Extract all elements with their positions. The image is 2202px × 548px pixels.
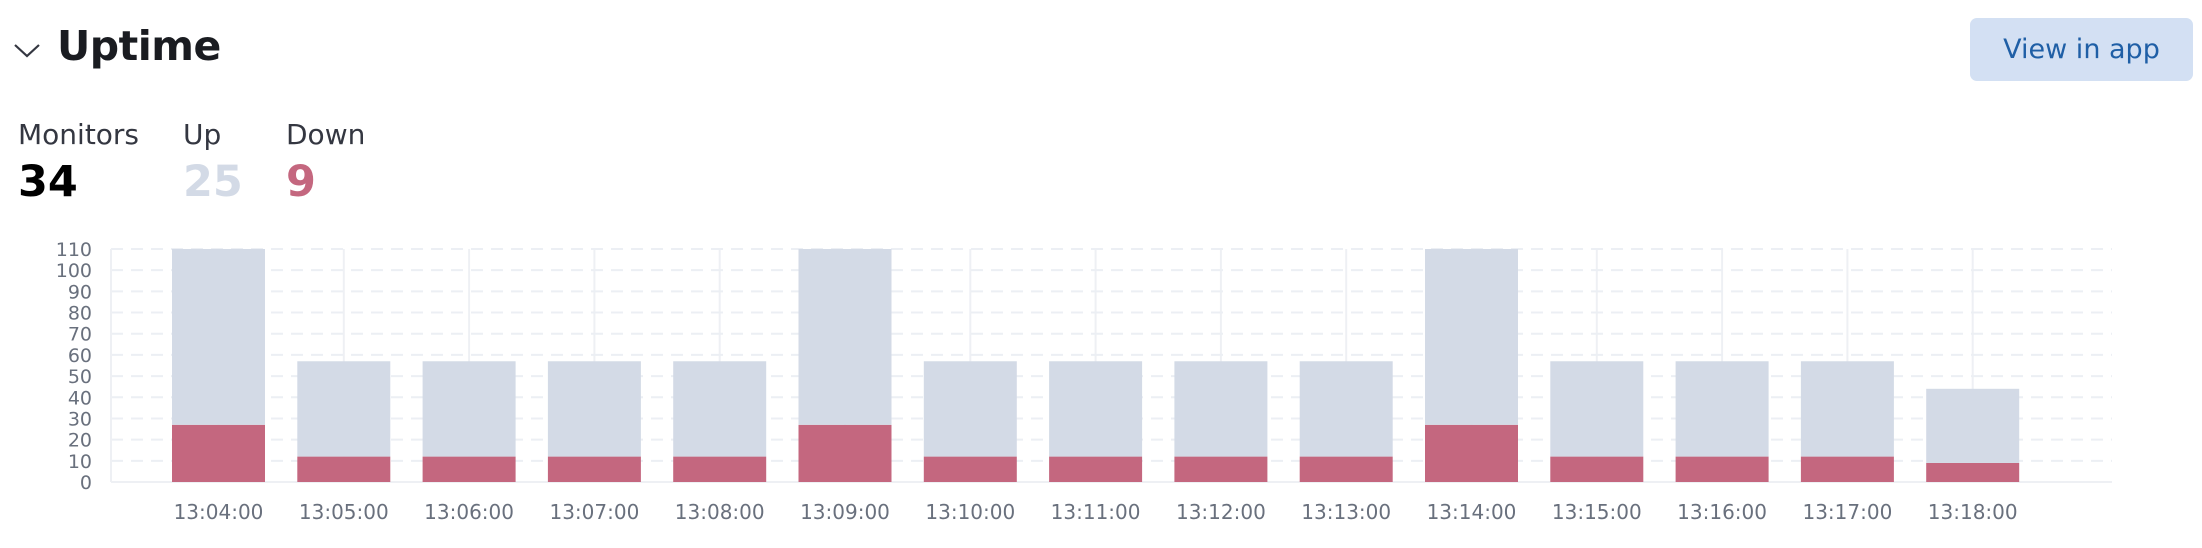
- y-tick-label: 10: [68, 451, 92, 473]
- bar-down: [1800, 456, 1894, 482]
- bar-down: [923, 456, 1017, 482]
- bar-up: [1049, 361, 1143, 457]
- x-tick-label: 13:08:00: [675, 500, 765, 524]
- bar-down: [798, 424, 892, 482]
- y-tick-label: 70: [68, 324, 92, 346]
- y-tick-label: 50: [68, 366, 92, 388]
- bar-up: [798, 249, 892, 425]
- x-tick-label: 13:16:00: [1677, 500, 1767, 524]
- x-tick-label: 13:12:00: [1176, 500, 1266, 524]
- x-tick-label: 13:04:00: [174, 500, 264, 524]
- bar-down: [172, 424, 265, 482]
- bar-down: [1675, 456, 1769, 482]
- y-tick-label: 30: [68, 408, 92, 430]
- x-tick-label: 13:07:00: [549, 500, 639, 524]
- y-tick-label: 20: [68, 430, 92, 452]
- bar-up: [1425, 249, 1518, 425]
- bar-up: [1174, 361, 1268, 457]
- bar-up: [1926, 388, 2020, 463]
- bar-down: [1174, 456, 1268, 482]
- x-tick-label: 13:18:00: [1928, 500, 2018, 524]
- bar-up: [1299, 361, 1393, 457]
- x-tick-label: 13:14:00: [1427, 500, 1517, 524]
- bar-down: [297, 456, 391, 482]
- bar-up: [1550, 361, 1644, 457]
- bar-down: [1299, 456, 1393, 482]
- y-tick-label: 80: [68, 303, 92, 325]
- bar-up: [547, 361, 641, 457]
- y-tick-label: 60: [68, 345, 92, 367]
- x-tick-label: 13:06:00: [424, 500, 514, 524]
- y-tick-label: 0: [80, 472, 92, 494]
- y-tick-label: 90: [68, 281, 92, 303]
- bar-up: [1675, 361, 1769, 457]
- bar-up: [673, 361, 767, 457]
- x-tick-label: 13:10:00: [925, 500, 1015, 524]
- bar-down: [1550, 456, 1644, 482]
- x-tick-label: 13:11:00: [1051, 500, 1141, 524]
- x-tick-label: 13:17:00: [1802, 500, 1892, 524]
- bar-down: [1049, 456, 1143, 482]
- uptime-histogram-chart: 0102030405060708090100110 13:04:00 13:05:0…: [56, 239, 2112, 524]
- x-tick-label: 13:05:00: [299, 500, 389, 524]
- x-tick-label: 13:09:00: [800, 500, 890, 524]
- y-tick-label: 40: [68, 387, 92, 409]
- bar-down: [1425, 424, 1518, 482]
- y-tick-label: 110: [56, 239, 92, 261]
- bar-up: [422, 361, 516, 457]
- bar-up: [1800, 361, 1894, 457]
- bar-down: [673, 456, 767, 482]
- bar-up: [172, 249, 265, 425]
- bar-up: [297, 361, 391, 457]
- bar-down: [422, 456, 516, 482]
- bar-down: [547, 456, 641, 482]
- y-tick-label: 100: [56, 260, 92, 282]
- bar-up: [923, 361, 1017, 457]
- bar-down: [1926, 462, 2020, 482]
- x-tick-label: 13:13:00: [1301, 500, 1391, 524]
- x-tick-label: 13:15:00: [1552, 500, 1642, 524]
